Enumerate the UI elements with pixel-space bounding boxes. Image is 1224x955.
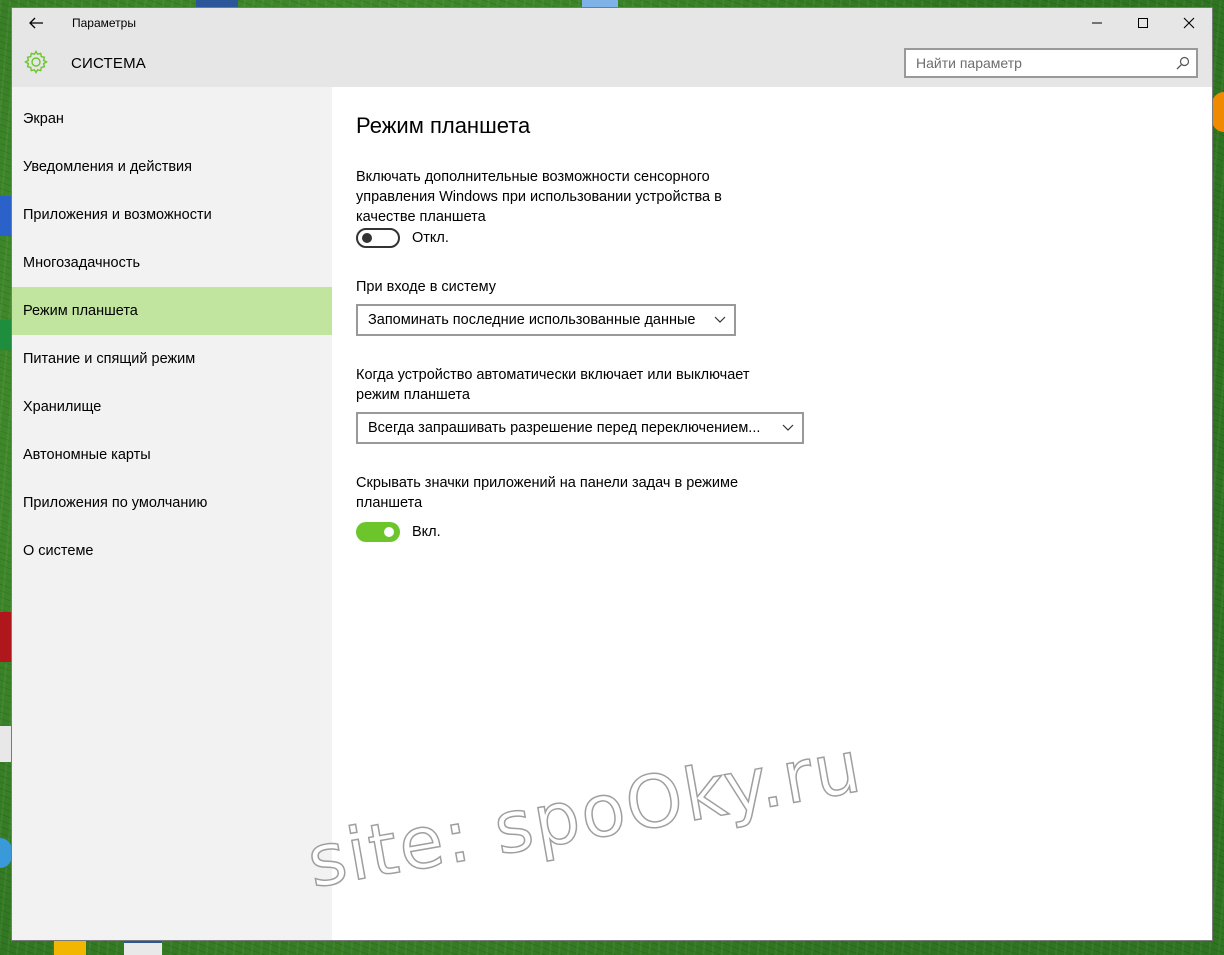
touch-mode-state: Откл. — [412, 230, 449, 246]
auto-switch-dropdown[interactable]: Всегда запрашивать разрешение перед пере… — [356, 412, 804, 444]
title-bar: Параметры — [12, 8, 1212, 38]
desktop-icon-fragment — [1212, 92, 1224, 132]
window-title: Параметры — [72, 16, 136, 30]
sign-in-value: Запоминать последние использованные данн… — [368, 312, 696, 328]
desktop-icon-fragment — [0, 196, 12, 236]
touch-mode-toggle[interactable] — [356, 228, 400, 248]
section-title: СИСТЕМА — [71, 55, 147, 72]
search-box[interactable] — [904, 48, 1198, 78]
sidebar-item-label: Уведомления и действия — [23, 159, 192, 175]
sidebar-item-offline-maps[interactable]: Автономные карты — [12, 431, 332, 479]
search-icon[interactable] — [1176, 56, 1190, 70]
sidebar-item-power-sleep[interactable]: Питание и спящий режим — [12, 335, 332, 383]
gear-icon — [24, 50, 48, 74]
sidebar-item-apps-features[interactable]: Приложения и возможности — [12, 191, 332, 239]
search-input[interactable] — [906, 55, 1166, 71]
hide-icons-toggle[interactable] — [356, 522, 400, 542]
desktop-icon-fragment — [0, 612, 12, 662]
sidebar: Экран Уведомления и действия Приложения … — [12, 87, 332, 940]
desktop-icon-fragment — [582, 0, 618, 8]
toggle-knob — [384, 527, 394, 537]
sidebar-item-label: Автономные карты — [23, 447, 151, 463]
page-header: СИСТЕМА — [12, 38, 1212, 87]
desktop-icon-fragment — [54, 940, 86, 955]
back-arrow-icon — [29, 17, 43, 29]
desktop-icon-fragment — [0, 320, 12, 350]
sidebar-item-screen[interactable]: Экран — [12, 95, 332, 143]
desktop-icon-fragment — [0, 726, 12, 762]
touch-setting-description: Включать дополнительные возможности сенс… — [356, 169, 722, 225]
sidebar-item-label: Питание и спящий режим — [23, 351, 196, 367]
hide-icons-description: Скрывать значки приложений на панели зад… — [356, 475, 739, 511]
chevron-down-icon — [714, 316, 726, 323]
close-icon — [1183, 17, 1195, 29]
desktop-icon-fragment — [124, 940, 162, 955]
sidebar-item-tablet-mode[interactable]: Режим планшета — [12, 287, 332, 335]
sidebar-item-label: Режим планшета — [23, 303, 138, 319]
sign-in-dropdown[interactable]: Запоминать последние использованные данн… — [356, 304, 736, 336]
sidebar-item-label: Приложения по умолчанию — [23, 495, 208, 511]
back-button[interactable] — [26, 13, 46, 33]
sidebar-item-storage[interactable]: Хранилище — [12, 383, 332, 431]
page-title: Режим планшета — [356, 113, 531, 138]
auto-switch-value: Всегда запрашивать разрешение перед пере… — [368, 420, 761, 436]
sidebar-item-label: Экран — [23, 111, 64, 127]
sidebar-item-notifications[interactable]: Уведомления и действия — [12, 143, 332, 191]
toggle-knob — [362, 233, 372, 243]
sidebar-item-label: Приложения и возможности — [23, 207, 212, 223]
sidebar-item-default-apps[interactable]: Приложения по умолчанию — [12, 479, 332, 527]
minimize-icon — [1092, 22, 1102, 24]
hide-icons-state: Вкл. — [412, 524, 441, 540]
sign-in-label: При входе в систему — [356, 279, 496, 295]
auto-switch-label: Когда устройство автоматически включает … — [356, 367, 750, 403]
sidebar-item-label: Многозадачность — [23, 255, 141, 271]
close-button[interactable] — [1166, 8, 1212, 38]
minimize-button[interactable] — [1074, 8, 1120, 38]
sidebar-item-label: Хранилище — [23, 399, 102, 415]
chevron-down-icon — [782, 424, 794, 431]
sidebar-item-multitasking[interactable]: Многозадачность — [12, 239, 332, 287]
maximize-icon — [1138, 18, 1148, 28]
maximize-button[interactable] — [1120, 8, 1166, 38]
desktop-icon-fragment — [0, 838, 12, 868]
sidebar-item-label: О системе — [23, 543, 94, 559]
desktop-icon-fragment — [196, 0, 238, 8]
sidebar-item-about[interactable]: О системе — [12, 527, 332, 575]
